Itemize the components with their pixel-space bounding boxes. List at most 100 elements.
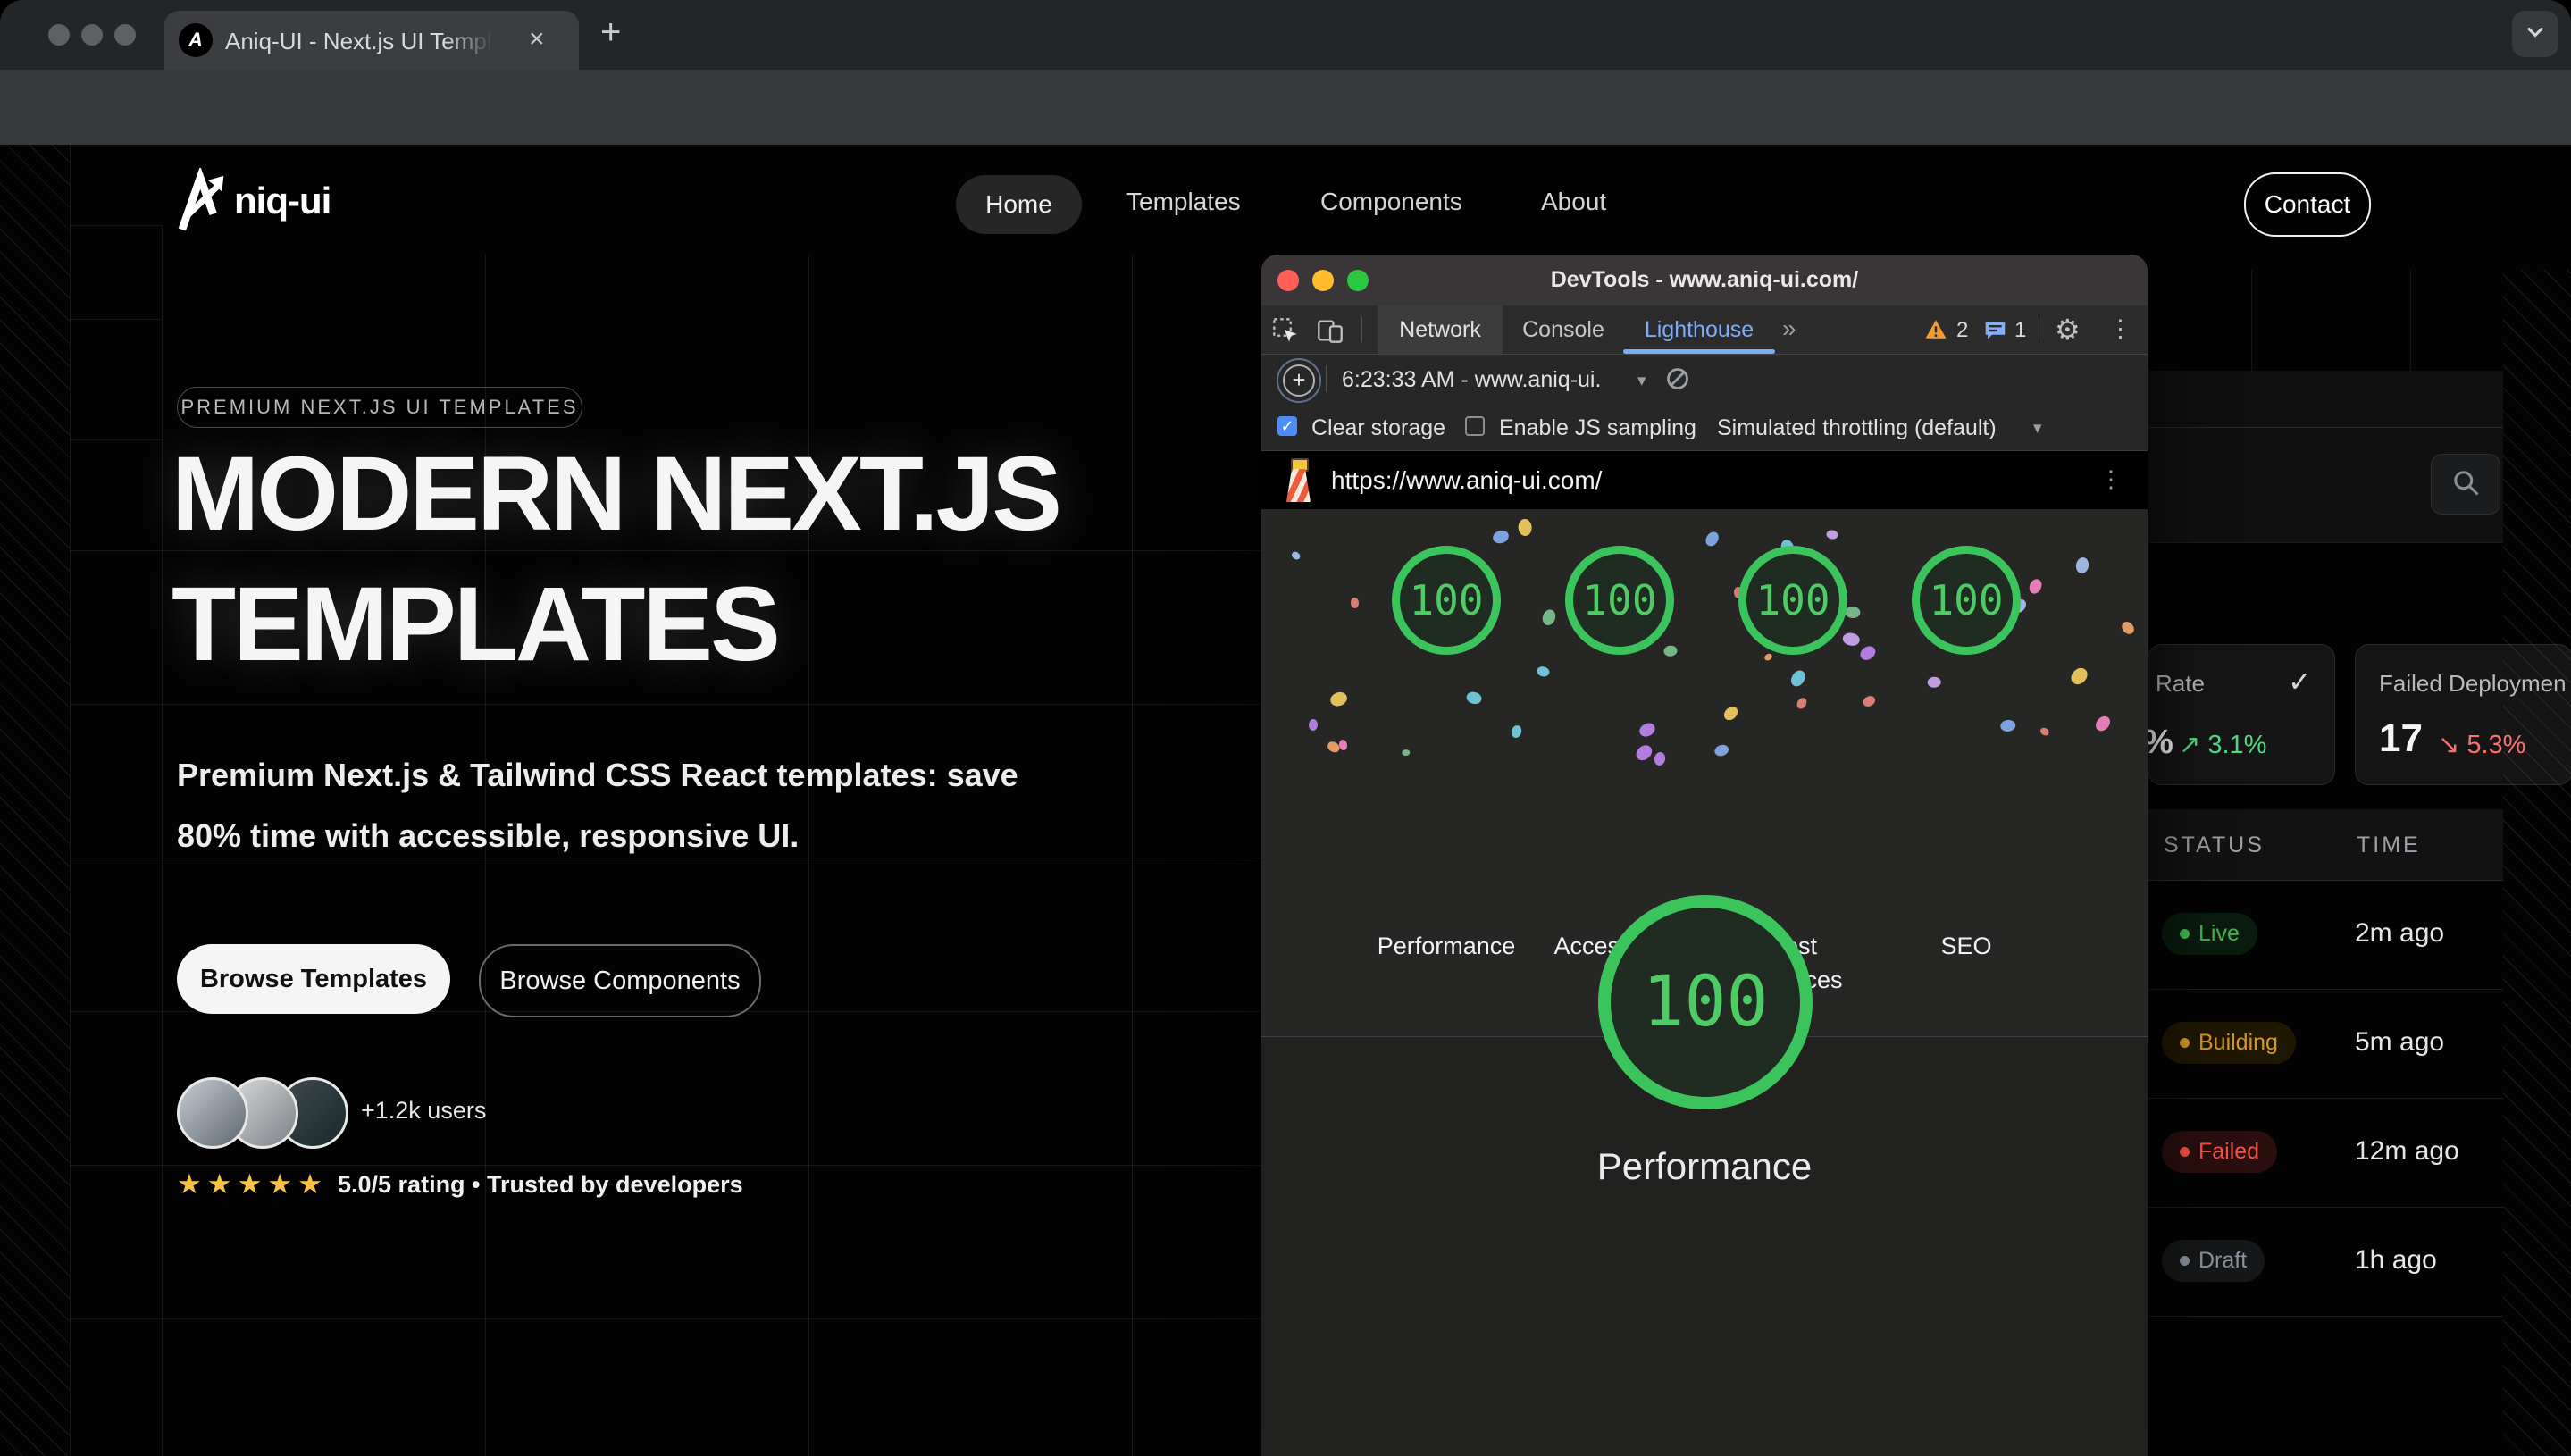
browser-tab[interactable]: A Aniq-UI - Next.js UI Templates × (164, 11, 579, 70)
grid-line (70, 439, 162, 440)
table-row-time: 1h ago (2355, 1245, 2437, 1276)
devtools-window: DevTools - www.aniq-ui.com/ Network Cons… (1261, 255, 2148, 1456)
table-row-time: 5m ago (2355, 1027, 2444, 1058)
report-url-row: https://www.aniq-ui.com/ ⋮ (1261, 451, 2148, 509)
section-divider (2106, 427, 2503, 428)
settings-gear-icon[interactable]: ⚙ (2055, 313, 2081, 347)
gauge-label: Performance (1357, 929, 1536, 963)
hero-badge: PREMIUM NEXT.JS UI TEMPLATES (177, 387, 582, 428)
row-divider (2148, 1316, 2503, 1317)
status-dot-icon (2180, 1147, 2190, 1157)
logo-text: niq-ui (234, 180, 331, 222)
chevron-down-icon[interactable]: ▾ (1637, 371, 1646, 391)
avatar (177, 1077, 248, 1149)
window-close-button[interactable] (48, 24, 70, 46)
new-report-button[interactable]: + (1277, 358, 1321, 403)
browser-window: A Aniq-UI - Next.js UI Templates × + ← →… (0, 0, 2571, 1456)
score-gauge-performance[interactable]: 100 (1392, 546, 1501, 655)
tab-strip: A Aniq-UI - Next.js UI Templates × + (0, 0, 2571, 70)
nav-item-components[interactable]: Components (1320, 188, 1462, 216)
row-divider (1326, 365, 1327, 392)
performance-heading: Performance (1261, 1145, 2148, 1188)
grid-line (70, 1318, 1261, 1319)
score-gauge-best-practices[interactable]: 100 (1738, 546, 1847, 655)
section-divider (2106, 542, 2503, 543)
js-sampling-checkbox[interactable] (1465, 416, 1485, 436)
table-header-row: STATUS TIME (2148, 809, 2503, 881)
toolbar-divider (1361, 317, 1362, 342)
inspect-element-icon[interactable] (1272, 317, 1299, 348)
row-divider (2148, 1207, 2503, 1208)
devtools-titlebar[interactable]: DevTools - www.aniq-ui.com/ (1261, 255, 2148, 305)
right-hatch-gutter (2503, 270, 2571, 1456)
devtools-menu-icon[interactable]: ⋮ (2108, 315, 2132, 343)
table-row-time: 2m ago (2355, 918, 2444, 949)
active-tab-underline (1623, 349, 1775, 354)
grid-line (70, 319, 162, 320)
grid-line (70, 145, 71, 1456)
grid-line (162, 225, 163, 1456)
issue-count: 1 (2014, 318, 2026, 343)
clear-storage-checkbox[interactable]: ✓ (1277, 416, 1297, 436)
grid-line (70, 1165, 1261, 1166)
tab-lighthouse[interactable]: Lighthouse (1628, 305, 1771, 354)
rating-stars: ★★★★★ (177, 1168, 328, 1201)
left-hatch-gutter (0, 145, 70, 1456)
clear-reports-icon[interactable] (1665, 366, 1690, 396)
logo-mark-icon (177, 168, 232, 234)
window-minimize-button[interactable] (81, 24, 103, 46)
chevron-down-icon[interactable]: ▾ (2033, 418, 2042, 439)
grid-line (70, 704, 1261, 705)
new-tab-button[interactable]: + (600, 13, 621, 53)
warning-icon[interactable] (1924, 319, 1947, 344)
search-icon (2450, 466, 2482, 503)
report-selector[interactable]: 6:23:33 AM - www.aniq-ui. (1342, 367, 1601, 393)
status-dot-icon (2180, 1038, 2190, 1048)
tab-close-icon[interactable]: × (529, 24, 545, 54)
score-gauge-seo[interactable]: 100 (1912, 546, 2021, 655)
status-badge: Building (2162, 1022, 2296, 1064)
tab-console[interactable]: Console (1519, 305, 1608, 354)
device-toolbar-icon[interactable] (1317, 317, 1344, 348)
throttling-select[interactable]: Simulated throttling (default) (1717, 415, 1997, 441)
column-header-status: STATUS (2164, 833, 2265, 858)
gauge-label: SEO (1877, 929, 2056, 963)
performance-score-gauge[interactable]: 100 (1598, 895, 1813, 1109)
more-tabs-icon[interactable]: » (1782, 314, 1796, 343)
site-logo[interactable]: niq-ui (177, 168, 331, 234)
score-gauge-accessibility[interactable]: 100 (1565, 546, 1674, 655)
tab-network[interactable]: Network (1378, 305, 1503, 354)
tab-favicon-icon: A (179, 23, 213, 57)
status-dot-icon (2180, 1256, 2190, 1266)
nav-item-home[interactable]: Home (956, 175, 1082, 234)
tab-title: Aniq-UI - Next.js UI Templates (225, 28, 493, 54)
hero-subtitle: Premium Next.js & Tailwind CSS React tem… (177, 745, 1160, 866)
success-rate-card: Rate ✓ % ↗ 3.1% (2148, 644, 2335, 785)
contact-button[interactable]: Contact (2244, 172, 2371, 237)
issues-icon[interactable] (1983, 320, 2007, 346)
dashboard-search-button[interactable] (2431, 454, 2500, 515)
column-header-time: TIME (2357, 833, 2421, 858)
status-badge: Draft (2162, 1240, 2265, 1282)
status-badge: Failed (2162, 1131, 2277, 1173)
users-count-label: +1.2k users (361, 1097, 486, 1125)
clear-storage-label: Clear storage (1311, 415, 1445, 441)
warning-count: 2 (1956, 318, 1968, 343)
table-row-time: 12m ago (2355, 1136, 2459, 1167)
browse-templates-button[interactable]: Browse Templates (177, 944, 450, 1014)
report-menu-icon[interactable]: ⋮ (2099, 465, 2123, 493)
nav-item-about[interactable]: About (1541, 188, 1606, 216)
chevron-down-icon (2523, 20, 2548, 49)
nav-item-templates[interactable]: Templates (1126, 188, 1241, 216)
browse-components-button[interactable]: Browse Components (479, 944, 761, 1017)
js-sampling-label: Enable JS sampling (1499, 415, 1696, 441)
card-value: 17 (2379, 716, 2423, 761)
status-badge: Live (2162, 913, 2257, 955)
window-zoom-button[interactable] (114, 24, 136, 46)
devtools-toolbar: Network Console Lighthouse » 2 1 ⚙ ⋮ (1261, 305, 2148, 355)
report-url: https://www.aniq-ui.com/ (1331, 466, 1602, 495)
confetti-layer (1261, 509, 2148, 777)
check-icon: ✓ (2288, 665, 2312, 699)
tab-search-button[interactable] (2512, 11, 2558, 57)
lighthouse-options-row: ✓ Clear storage Enable JS sampling Simul… (1261, 404, 2148, 451)
